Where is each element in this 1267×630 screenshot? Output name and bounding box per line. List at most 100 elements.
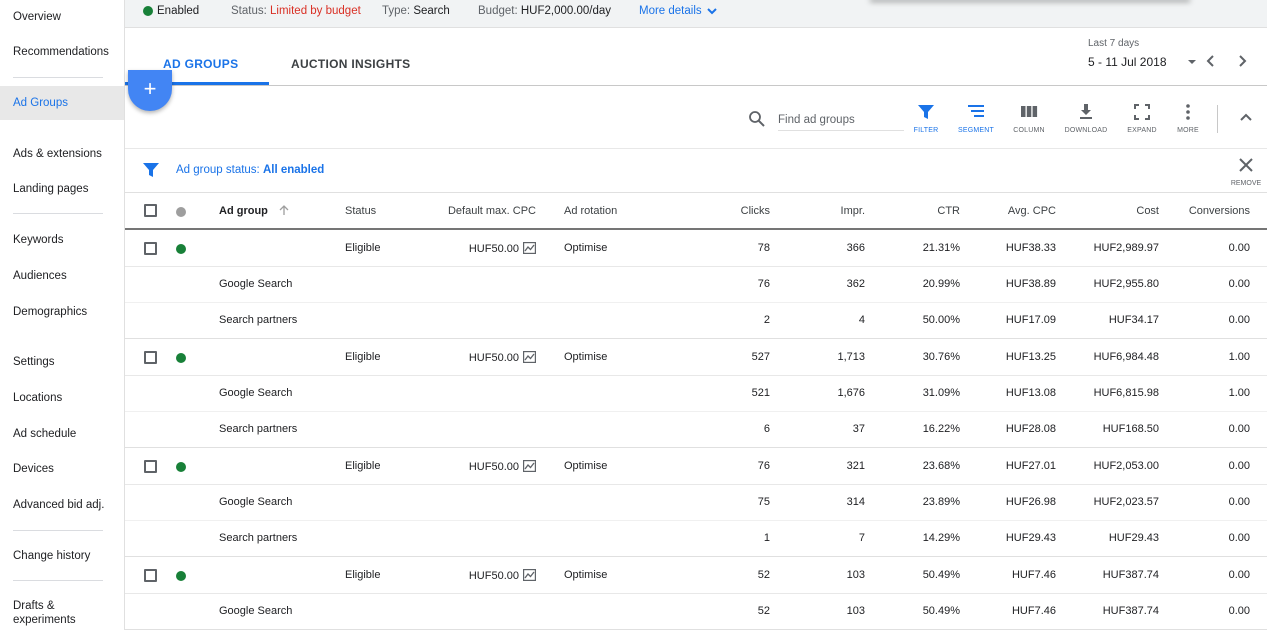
- cell-status: Eligible: [345, 351, 381, 363]
- cell-avg-cpc: HUF13.25: [1005, 351, 1056, 363]
- column-label: COLUMN: [1013, 127, 1045, 134]
- cell-ad-rotation[interactable]: Optimise: [564, 242, 607, 254]
- header-ad-group-label: Ad group: [219, 205, 268, 217]
- sidebar-item-devices[interactable]: Devices: [0, 452, 124, 486]
- network-segment-row: Google Search 76 362 20.99% HUF38.89 HUF2,955…: [125, 267, 1267, 303]
- header-impr[interactable]: Impr.: [841, 205, 865, 217]
- header-clicks[interactable]: Clicks: [741, 205, 770, 217]
- ad-group-row[interactable]: Eligible HUF50.00 Optimise 527 1,713 30.76% HU…: [125, 339, 1267, 376]
- bid-trend-chart-icon[interactable]: [523, 351, 536, 363]
- cell-impr: 37: [852, 423, 865, 435]
- enabled-status-dot-icon[interactable]: [176, 244, 186, 254]
- cell-status: Eligible: [345, 569, 381, 581]
- cell-avg-cpc: HUF13.08: [1005, 387, 1056, 399]
- cell-clicks: 78: [757, 242, 770, 254]
- cell-cost: HUF34.17: [1108, 314, 1159, 326]
- enabled-status-dot-icon[interactable]: [176, 571, 186, 581]
- header-ad-rotation[interactable]: Ad rotation: [564, 205, 617, 217]
- more-details-button[interactable]: More details: [639, 3, 718, 19]
- ad-group-row[interactable]: Eligible HUF50.00 Optimise 76 321 23.68% HUF27…: [125, 448, 1267, 485]
- cell-network-name: Google Search: [219, 278, 293, 290]
- sort-arrow-up-icon: [279, 205, 289, 215]
- remove-filter-button[interactable]: REMOVE: [1229, 158, 1263, 190]
- sidebar-item-audiences[interactable]: Audiences: [0, 259, 124, 293]
- sidebar-item-overview[interactable]: Overview: [0, 0, 124, 34]
- filter-chip[interactable]: Ad group status: All enabled: [176, 164, 324, 176]
- enabled-status: Enabled: [143, 3, 199, 19]
- cell-ad-rotation[interactable]: Optimise: [564, 460, 607, 472]
- sidebar-item-demographics[interactable]: Demographics: [0, 295, 124, 329]
- header-avg-cpc[interactable]: Avg. CPC: [1008, 205, 1056, 217]
- sidebar-item-change-history[interactable]: Change history: [0, 539, 124, 573]
- budget-label: Budget:: [478, 5, 518, 17]
- header-conversions[interactable]: Conversions: [1189, 205, 1250, 217]
- cell-default-max-cpc[interactable]: HUF50.00: [469, 242, 536, 255]
- dropdown-arrow-icon[interactable]: [1185, 55, 1199, 69]
- cell-network-name: Search partners: [219, 423, 298, 435]
- cell-ad-rotation[interactable]: Optimise: [564, 351, 607, 363]
- chevron-up-icon[interactable]: [1239, 110, 1253, 124]
- sidebar-item-ad-schedule[interactable]: Ad schedule: [0, 417, 124, 451]
- segment-button[interactable]: SEGMENT: [953, 103, 999, 139]
- expand-button[interactable]: EXPAND: [1119, 103, 1165, 139]
- ad-group-row[interactable]: Eligible HUF50.00 Optimise 52 103 50.49% HUF7.…: [125, 557, 1267, 594]
- network-segment-row: Search partners 2 4 50.00% HUF17.09 HUF34.17 0…: [125, 303, 1267, 339]
- download-icon: [1080, 104, 1092, 119]
- column-button[interactable]: COLUMN: [1006, 103, 1052, 139]
- header-cost[interactable]: Cost: [1136, 205, 1159, 217]
- cell-ctr: 50.49%: [922, 605, 960, 617]
- cell-conversions: 0.00: [1228, 460, 1250, 472]
- ad-group-row[interactable]: Eligible HUF50.00 Optimise 78 366 21.31% HUF38…: [125, 230, 1267, 267]
- filter-chip-label: Ad group status:: [176, 164, 260, 176]
- sidebar-item-locations[interactable]: Locations: [0, 381, 124, 415]
- sidebar-item-advanced-bid-adj[interactable]: Advanced bid adj.: [0, 488, 124, 522]
- header-status[interactable]: Status: [345, 205, 376, 217]
- sidebar-item-recommendations[interactable]: Recommendations: [0, 35, 124, 69]
- search-input[interactable]: [778, 109, 904, 131]
- sidebar-item-ads-extensions[interactable]: Ads & extensions: [0, 137, 124, 171]
- cell-clicks: 52: [757, 605, 770, 617]
- header-ad-group[interactable]: Ad group: [219, 205, 289, 217]
- cell-clicks: 6: [763, 423, 770, 435]
- select-all-checkbox[interactable]: [144, 204, 157, 217]
- bid-trend-chart-icon[interactable]: [523, 569, 536, 581]
- cell-cost: HUF29.43: [1108, 532, 1159, 544]
- download-button[interactable]: DOWNLOAD: [1063, 103, 1109, 139]
- chevron-left-icon[interactable]: [1204, 54, 1218, 68]
- sidebar-item-landing-pages[interactable]: Landing pages: [0, 172, 124, 206]
- cell-impr: 7: [858, 532, 865, 544]
- cell-avg-cpc: HUF7.46: [1011, 605, 1056, 617]
- tab-auction-insights[interactable]: AUCTION INSIGHTS: [291, 57, 410, 71]
- row-checkbox[interactable]: [144, 242, 157, 255]
- cell-default-max-cpc[interactable]: HUF50.00: [469, 460, 536, 473]
- sidebar-item-drafts-experiments[interactable]: Drafts & experiments: [0, 599, 80, 629]
- sidebar-item-settings[interactable]: Settings: [0, 345, 124, 379]
- row-checkbox[interactable]: [144, 460, 157, 473]
- cell-impr: 314: [846, 496, 865, 508]
- more-button[interactable]: MORE: [1165, 103, 1211, 139]
- cell-default-max-cpc[interactable]: HUF50.00: [469, 569, 536, 582]
- header-default-max-cpc[interactable]: Default max. CPC: [448, 205, 536, 217]
- campaign-status-bar: Enabled Status: Limited by budget Type: …: [125, 0, 1267, 28]
- header-ctr[interactable]: CTR: [937, 205, 960, 217]
- sidebar-item-ad-groups[interactable]: Ad Groups: [0, 86, 124, 120]
- cell-avg-cpc: HUF38.33: [1005, 242, 1056, 254]
- row-checkbox[interactable]: [144, 569, 157, 582]
- enabled-status-dot-icon[interactable]: [176, 353, 186, 363]
- active-filter-row: Ad group status: All enabled REMOVE: [125, 149, 1267, 193]
- cell-ad-rotation[interactable]: Optimise: [564, 569, 607, 581]
- enabled-status-dot-icon[interactable]: [176, 462, 186, 472]
- budget-value: HUF2,000.00/day: [520, 5, 611, 17]
- filter-button[interactable]: FILTER: [903, 103, 949, 139]
- row-checkbox[interactable]: [144, 351, 157, 364]
- network-segment-row: Google Search 52 103 50.49% HUF7.46 HUF387.74…: [125, 594, 1267, 630]
- cell-cost: HUF6,815.98: [1093, 387, 1159, 399]
- tab-ad-groups[interactable]: AD GROUPS: [163, 57, 238, 71]
- chevron-right-icon[interactable]: [1235, 54, 1249, 68]
- cell-default-max-cpc[interactable]: HUF50.00: [469, 351, 536, 364]
- bid-trend-chart-icon[interactable]: [523, 460, 536, 472]
- cell-conversions: 0.00: [1228, 569, 1250, 581]
- date-range-picker[interactable]: 5 - 11 Jul 2018: [1088, 55, 1167, 69]
- sidebar-item-keywords[interactable]: Keywords: [0, 223, 124, 257]
- bid-trend-chart-icon[interactable]: [523, 242, 536, 254]
